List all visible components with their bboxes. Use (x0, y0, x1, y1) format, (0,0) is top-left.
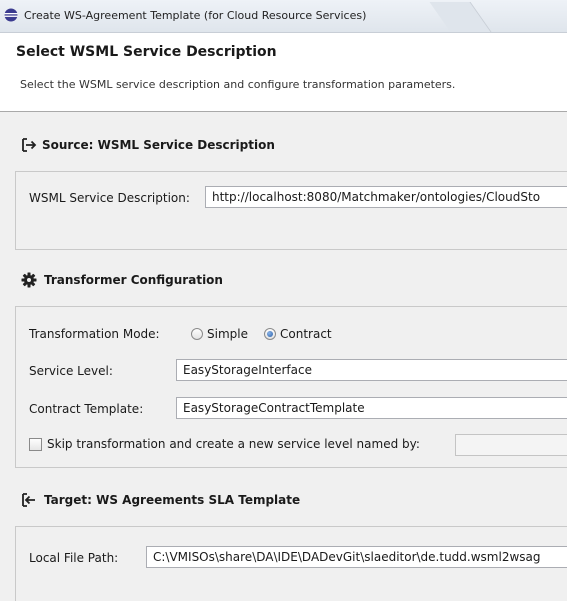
wsml-service-field[interactable]: http://localhost:8080/Matchmaker/ontolog… (205, 186, 567, 208)
window-title: Create WS-Agreement Template (for Cloud … (24, 9, 367, 22)
source-section-title: Source: WSML Service Description (42, 138, 275, 152)
target-section-title: Target: WS Agreements SLA Template (44, 493, 301, 507)
source-group: WSML Service Description: http://localho… (15, 171, 567, 250)
export-icon (22, 493, 35, 507)
wizard-header: Select WSML Service Description Select t… (0, 33, 567, 111)
wizard-content: Source: WSML Service Description WSML Se… (0, 112, 567, 601)
local-file-path-label: Local File Path: (29, 551, 119, 565)
wsml-service-label: WSML Service Description: (29, 191, 190, 205)
eclipse-icon (4, 8, 18, 22)
service-level-field[interactable]: EasyStorageInterface (176, 359, 567, 381)
skip-transformation-label[interactable]: Skip transformation and create a new ser… (47, 437, 420, 451)
service-level-label: Service Level: (29, 364, 113, 378)
transformer-section-title: Transformer Configuration (44, 273, 223, 287)
page-title: Select WSML Service Description (16, 44, 277, 60)
page-description: Select the WSML service description and … (20, 78, 456, 91)
transformation-mode-label: Transformation Mode: (29, 327, 160, 341)
contract-template-label: Contract Template: (29, 402, 144, 416)
new-service-level-field[interactable] (455, 434, 567, 456)
window-titlebar[interactable]: Create WS-Agreement Template (for Cloud … (0, 0, 567, 33)
transformer-group: Transformation Mode: Simple Contract Ser… (15, 306, 567, 468)
target-group: Local File Path: C:\VMISOs\share\DA\IDE\… (15, 526, 567, 601)
mode-contract-radio[interactable] (264, 328, 276, 340)
mode-simple-radio[interactable] (191, 328, 203, 340)
titlebar-tab-edge (429, 2, 492, 32)
gear-icon (21, 272, 37, 288)
radio-selected-dot (267, 331, 273, 337)
mode-contract-label[interactable]: Contract (280, 327, 332, 341)
import-icon (22, 138, 37, 152)
skip-transformation-checkbox[interactable] (29, 438, 42, 451)
local-file-path-field[interactable]: C:\VMISOs\share\DA\IDE\DADevGit\slaedito… (146, 546, 567, 568)
mode-simple-label[interactable]: Simple (207, 327, 248, 341)
contract-template-field[interactable]: EasyStorageContractTemplate (176, 397, 567, 419)
